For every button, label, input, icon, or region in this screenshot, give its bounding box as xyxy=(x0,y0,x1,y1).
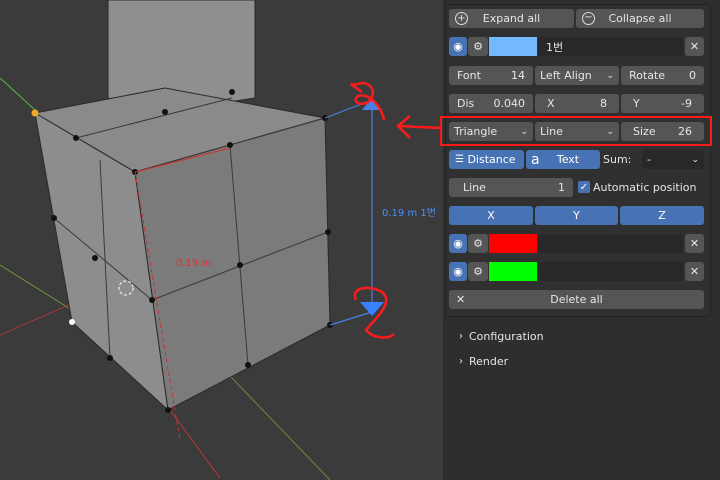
delete-all-button[interactable]: ✕ Delete all xyxy=(449,290,704,309)
color-swatch-1[interactable] xyxy=(489,37,537,56)
settings-gear-icon[interactable]: ⚙ xyxy=(468,37,488,56)
axis-x-button[interactable]: X xyxy=(449,206,533,225)
expand-all-button[interactable]: + Expand all xyxy=(449,9,574,28)
color-swatch-3[interactable] xyxy=(489,262,537,281)
distance-offset-field[interactable]: Dis 0.040 xyxy=(449,94,533,113)
rotate-field[interactable]: Rotate 0 xyxy=(621,66,704,85)
sum-dropdown[interactable]: - ⌄ xyxy=(642,150,704,169)
collapse-icon: − xyxy=(582,12,595,25)
text-a-icon: a xyxy=(531,151,540,168)
y-offset-field[interactable]: Y -9 xyxy=(621,94,704,113)
text-toggle[interactable]: a Text xyxy=(526,150,600,169)
visibility-eye-icon[interactable]: ◉ xyxy=(449,37,467,56)
chevron-down-icon: ⌄ xyxy=(691,154,699,165)
measure-name-field[interactable]: 1번 xyxy=(538,37,683,56)
configuration-subpanel[interactable]: › Configuration xyxy=(449,325,707,347)
highlight-box xyxy=(440,116,712,146)
render-subpanel[interactable]: › Render xyxy=(449,350,707,372)
measure-name-field-2[interactable] xyxy=(538,234,683,253)
annotation-mark-1 xyxy=(350,81,386,121)
chevron-down-icon: ⌄ xyxy=(606,70,614,81)
blue-dimension-label: 0.19 m 1번 xyxy=(382,207,436,219)
expand-icon: + xyxy=(455,12,468,25)
settings-gear-icon[interactable]: ⚙ xyxy=(468,234,488,253)
axis-y-button[interactable]: Y xyxy=(535,206,618,225)
collapse-all-button[interactable]: − Collapse all xyxy=(576,9,704,28)
chevron-right-icon: › xyxy=(459,330,463,342)
chevron-right-icon: › xyxy=(459,355,463,367)
align-lines-icon: ☰ xyxy=(455,154,464,165)
red-dimension-label: 0.19 m xyxy=(176,258,211,269)
x-axis-line-2 xyxy=(169,409,221,479)
distance-toggle[interactable]: ☰ Distance xyxy=(449,150,524,169)
remove-measure-icon[interactable]: ✕ xyxy=(685,234,704,253)
measure-name-field-3[interactable] xyxy=(538,262,683,281)
remove-measure-icon[interactable]: ✕ xyxy=(685,262,704,281)
auto-position-checkbox[interactable]: ✓ xyxy=(578,181,590,193)
auto-position-label: Automatic position xyxy=(593,181,697,194)
axis-z-button[interactable]: Z xyxy=(620,206,704,225)
visibility-eye-icon[interactable]: ◉ xyxy=(449,262,467,281)
sum-label: Sum: xyxy=(603,153,632,166)
x-offset-field[interactable]: X8 xyxy=(535,94,619,113)
visibility-eye-icon[interactable]: ◉ xyxy=(449,234,467,253)
color-swatch-2[interactable] xyxy=(489,234,537,253)
align-dropdown[interactable]: Left Align ⌄ xyxy=(535,66,619,85)
remove-measure-icon[interactable]: ✕ xyxy=(685,37,704,56)
font-size-field[interactable]: Font 14 xyxy=(449,66,533,85)
settings-gear-icon[interactable]: ⚙ xyxy=(468,262,488,281)
close-icon: ✕ xyxy=(456,293,466,306)
line-width-field[interactable]: Line 1 xyxy=(449,178,573,197)
x-axis-line xyxy=(0,299,81,336)
